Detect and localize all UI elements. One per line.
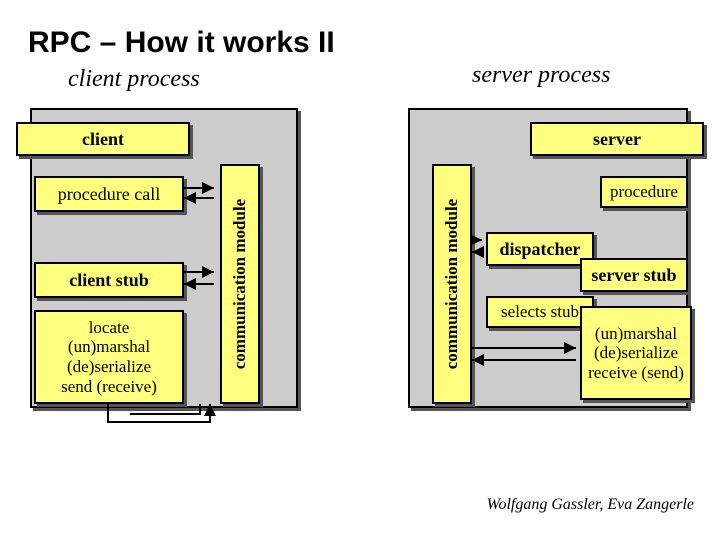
server-header-box: server [530,122,704,156]
selects-stub-box: selects stub [486,296,594,328]
credit-text: Wolfgang Gassler, Eva Zangerle [487,496,694,514]
server-ops-box: (un)marshal (de)serialize receive (send) [580,306,692,400]
client-header-box: client [16,122,190,156]
client-panel: client procedure call client stub locate… [30,108,298,408]
server-op: (de)serialize [594,343,678,363]
server-process-label: server process [472,62,610,89]
server-procedure-box: procedure [600,176,688,208]
server-op: (un)marshal [595,324,677,344]
server-panel: server procedure dispatcher server stub … [408,108,688,408]
client-op: (un)marshal [68,337,150,357]
client-process-label: client process [68,66,200,93]
slide-title: RPC – How it works II [28,26,335,60]
client-op: locate [89,318,130,338]
client-op: (de)serialize [67,357,151,377]
dispatcher-box: dispatcher [486,232,594,266]
server-op: receive (send) [588,363,684,383]
client-comm-module: communication module [220,164,260,404]
client-stub-box: client stub [34,262,184,298]
client-op: send (receive) [61,377,157,397]
server-comm-module: communication module [432,164,472,404]
client-ops-box: locate (un)marshal (de)serialize send (r… [34,310,184,404]
server-stub-box: server stub [580,258,688,292]
client-procedure-call-box: procedure call [34,176,184,212]
client-comm-module-label: communication module [230,199,250,369]
server-comm-module-label: communication module [442,199,462,369]
